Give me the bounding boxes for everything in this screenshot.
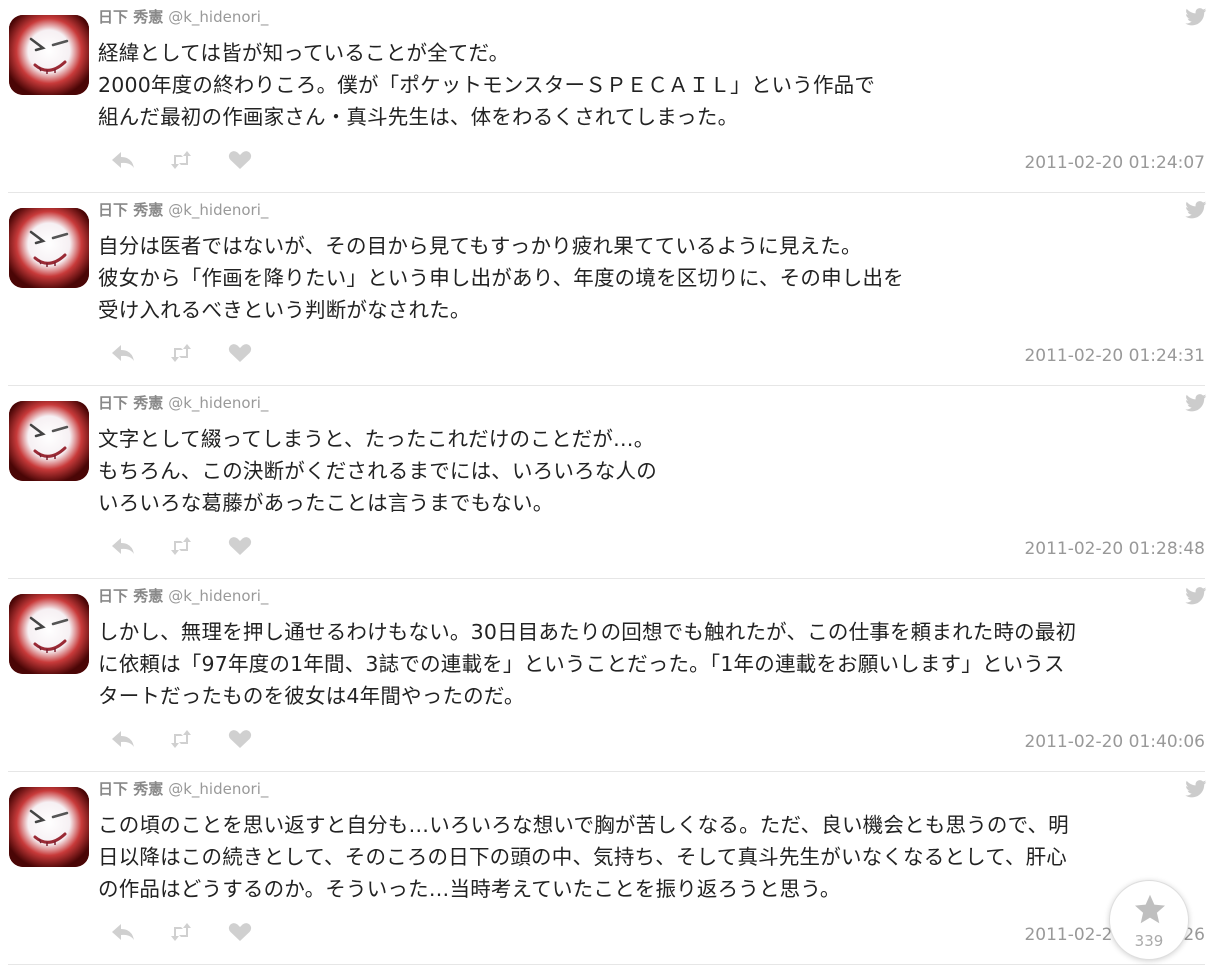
user-name[interactable]: 日下 秀憲 [98, 587, 163, 605]
user-name[interactable]: 日下 秀憲 [98, 780, 163, 798]
tweet: 日下 秀憲 @k_hidenori_ 経緯としては皆が知っていることが全てだ。 2… [0, 0, 1221, 193]
heart-icon[interactable] [227, 728, 253, 750]
tweet-text: 文字として綴ってしまうと、たったこれだけのことだが…。 もちろん、この決断がくだ… [98, 427, 657, 515]
user-handle[interactable]: @k_hidenori_ [168, 394, 268, 412]
tweet: 日下 秀憲 @k_hidenori_ この頃のことを思い返すと自分も…いろいろな想… [0, 772, 1221, 965]
heart-icon[interactable] [227, 921, 253, 943]
heart-icon[interactable] [227, 342, 253, 364]
twitter-bird-icon[interactable] [1185, 201, 1207, 219]
avatar[interactable] [9, 787, 89, 867]
tweet-header: 日下 秀憲 @k_hidenori_ [98, 778, 268, 799]
retweet-icon[interactable] [168, 149, 194, 171]
tweet: 日下 秀憲 @k_hidenori_ 文字として綴ってしまうと、たったこれだけのこ… [0, 386, 1221, 579]
tweet: 日下 秀憲 @k_hidenori_ しかし、無理を押し通せるわけもない。30日目… [0, 579, 1221, 772]
reply-icon[interactable] [110, 921, 136, 943]
user-handle[interactable]: @k_hidenori_ [168, 201, 268, 219]
favorite-widget[interactable]: 339 [1109, 880, 1189, 960]
twitter-bird-icon[interactable] [1185, 394, 1207, 412]
reply-icon[interactable] [110, 149, 136, 171]
user-name[interactable]: 日下 秀憲 [98, 8, 163, 26]
tweet-timestamp[interactable]: 2011-02-20 01:24:07 [1024, 153, 1205, 173]
avatar[interactable] [9, 208, 89, 288]
reply-icon[interactable] [110, 728, 136, 750]
retweet-icon[interactable] [168, 728, 194, 750]
twitter-bird-icon[interactable] [1185, 780, 1207, 798]
tweet-text: この頃のことを思い返すと自分も…いろいろな想いで胸が苦しくなる。ただ、良い機会と… [98, 813, 1069, 901]
avatar[interactable] [9, 15, 89, 95]
tweet-header: 日下 秀憲 @k_hidenori_ [98, 199, 268, 220]
twitter-bird-icon[interactable] [1185, 8, 1207, 26]
heart-icon[interactable] [227, 535, 253, 557]
heart-icon[interactable] [227, 149, 253, 171]
retweet-icon[interactable] [168, 921, 194, 943]
tweet-text: 経緯としては皆が知っていることが全てだ。 2000年度の終わりころ。僕が「ポケッ… [98, 41, 876, 129]
star-icon [1135, 894, 1165, 924]
user-handle[interactable]: @k_hidenori_ [168, 8, 268, 26]
user-name[interactable]: 日下 秀憲 [98, 201, 163, 219]
reply-icon[interactable] [110, 535, 136, 557]
tweet: 日下 秀憲 @k_hidenori_ 自分は医者ではないが、その目から見てもすっか… [0, 193, 1221, 386]
reply-icon[interactable] [110, 342, 136, 364]
avatar[interactable] [9, 594, 89, 674]
tweet-text: 自分は医者ではないが、その目から見てもすっかり疲れ果てているように見えた。 彼女… [98, 234, 904, 322]
tweet-timestamp[interactable]: 2011-02-20 01:40:06 [1024, 732, 1205, 752]
tweet-timestamp[interactable]: 2011-02-20 01:28:48 [1024, 539, 1205, 559]
user-handle[interactable]: @k_hidenori_ [168, 780, 268, 798]
tweet-header: 日下 秀憲 @k_hidenori_ [98, 585, 268, 606]
user-name[interactable]: 日下 秀憲 [98, 394, 163, 412]
tweet-header: 日下 秀憲 @k_hidenori_ [98, 6, 268, 27]
tweet-text: しかし、無理を押し通せるわけもない。30日目あたりの回想でも触れたが、この仕事を… [98, 620, 1077, 708]
user-handle[interactable]: @k_hidenori_ [168, 587, 268, 605]
tweet-timeline: 日下 秀憲 @k_hidenori_ 経緯としては皆が知っていることが全てだ。 2… [0, 0, 1221, 965]
twitter-bird-icon[interactable] [1185, 587, 1207, 605]
avatar[interactable] [9, 401, 89, 481]
tweet-timestamp[interactable]: 2011-02-20 01:24:31 [1024, 346, 1205, 366]
retweet-icon[interactable] [168, 342, 194, 364]
tweet-header: 日下 秀憲 @k_hidenori_ [98, 392, 268, 413]
favorite-count: 339 [1134, 932, 1164, 950]
retweet-icon[interactable] [168, 535, 194, 557]
